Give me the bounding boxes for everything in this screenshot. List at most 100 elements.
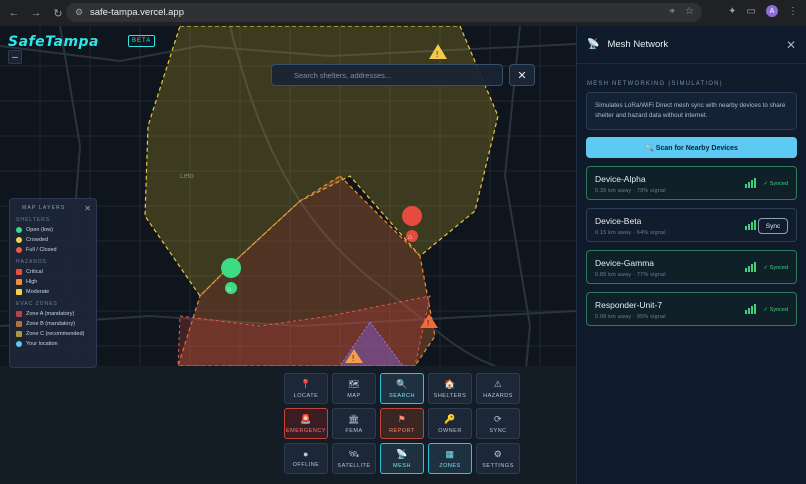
toolbar-button-label: EMERGENCY: [286, 427, 326, 434]
svg-text:⌂: ⌂: [227, 286, 231, 293]
scan-devices-button[interactable]: 🔍 Scan for Nearby Devices: [586, 137, 797, 158]
browser-toolbar: ← → ↻ ⚙ safe-tampa.vercel.app ⌖ ☆ ✦ ▭ A …: [0, 0, 806, 26]
signal-bar: [748, 308, 750, 314]
signal-bar: [754, 304, 756, 314]
zoom-out-button[interactable]: –: [8, 50, 22, 64]
signal-bar: [748, 266, 750, 272]
shelters-icon: 🏠: [444, 378, 456, 389]
layer-legend-item[interactable]: Critical: [16, 269, 90, 275]
legend-label: Zone A (mandatory): [26, 311, 75, 317]
toolbar-button-mesh[interactable]: 📡 MESH: [380, 443, 424, 474]
svg-text:!: !: [352, 354, 354, 363]
map-icon: 🗺: [348, 378, 360, 389]
app-logo: SafeTampa: [8, 34, 100, 50]
signal-bar: [751, 222, 753, 230]
device-card[interactable]: Device-Beta 0.15 km away · 64% signal Sync: [586, 208, 797, 242]
layer-legend-item[interactable]: Full / Closed: [16, 247, 90, 253]
signal-strength-icon: [745, 178, 756, 188]
toolbar-button-zones[interactable]: ▦ ZONES: [428, 443, 472, 474]
toolbar-button-fema[interactable]: 🏛 FEMA: [332, 408, 376, 439]
signal-strength-icon: [745, 220, 756, 230]
toolbar-button-report[interactable]: ⚑ REPORT: [380, 408, 424, 439]
toolbar-button-label: OWNER: [438, 427, 462, 434]
reload-icon[interactable]: ↻: [50, 5, 66, 21]
toolbar-button-offline[interactable]: ● OFFLINE: [284, 443, 328, 474]
site-info-icon[interactable]: ⚙: [72, 7, 86, 18]
bookmark-star-icon[interactable]: ☆: [685, 6, 694, 17]
toolbar-button-map[interactable]: 🗺 MAP: [332, 373, 376, 404]
mesh-description: Simulates LoRa/WiFi Direct mesh sync wit…: [586, 92, 797, 130]
layer-legend-item[interactable]: Zone A (mandatory): [16, 311, 90, 317]
hazards-icon: ⚠: [493, 378, 503, 389]
section-label: MESH NETWORKING (SIMULATION): [587, 81, 723, 87]
panel-close-button[interactable]: ✕: [786, 38, 796, 52]
synced-status: ✓ Synced: [763, 181, 788, 187]
menu-dots-icon[interactable]: ⋮: [788, 6, 798, 17]
legend-swatch: [16, 289, 22, 295]
location-icon[interactable]: ⌖: [669, 6, 675, 17]
legend-label: Crowded: [26, 237, 49, 243]
layer-legend-item[interactable]: Open (low): [16, 227, 90, 233]
signal-strength-icon: [745, 262, 756, 272]
toolbar-button-hazards[interactable]: ⚠ HAZARDS: [476, 373, 520, 404]
zones-icon: ▦: [445, 448, 455, 459]
device-meta: 0.35 km away · 79% signal: [595, 188, 666, 194]
extensions-icon[interactable]: ✦: [728, 6, 736, 17]
layer-legend-item[interactable]: Zone C (recommended): [16, 331, 90, 337]
signal-bar: [745, 184, 747, 188]
cast-icon[interactable]: ▭: [747, 6, 756, 17]
svg-text:!: !: [427, 319, 429, 328]
legend-swatch: [16, 237, 22, 243]
forward-icon[interactable]: →: [28, 5, 44, 21]
legend-label: Zone C (recommended): [26, 331, 85, 337]
layer-legend-item[interactable]: Crowded: [16, 237, 90, 243]
toolbar-button-label: ZONES: [439, 462, 461, 469]
layer-section-title: HAZARDS: [16, 259, 47, 265]
toolbar-button-emergency[interactable]: 🚨 EMERGENCY: [284, 408, 328, 439]
legend-swatch: [16, 279, 22, 285]
toolbar-button-satellite[interactable]: 🛰 SATELLITE: [332, 443, 376, 474]
toolbar-button-sync[interactable]: ⟳ SYNC: [476, 408, 520, 439]
toolbar-button-label: SHELTERS: [433, 392, 467, 399]
layer-legend-item[interactable]: Your location: [16, 341, 90, 347]
legend-label: Your location: [26, 341, 58, 347]
device-name: Device-Alpha: [595, 174, 646, 184]
panel-title: Mesh Network: [607, 39, 669, 50]
legend-swatch: [16, 247, 22, 253]
layers-close-icon[interactable]: ✕: [84, 204, 91, 213]
toolbar-button-owner[interactable]: 🔑 OWNER: [428, 408, 472, 439]
bottom-toolbar: 📍 LOCATE 🗺 MAP 🔍 SEARCH 🏠 SHELTERS ⚠ HAZARDS 🚨 EMER…: [284, 373, 524, 474]
layer-section-title: EVAC ZONES: [16, 301, 58, 307]
legend-swatch: [16, 227, 22, 233]
back-icon[interactable]: ←: [6, 5, 22, 21]
device-name: Responder-Unit-7: [595, 300, 663, 310]
toolbar-button-locate[interactable]: 📍 LOCATE: [284, 373, 328, 404]
toolbar-button-search[interactable]: 🔍 SEARCH: [380, 373, 424, 404]
profile-avatar[interactable]: A: [766, 5, 778, 17]
legend-label: Critical: [26, 269, 43, 275]
address-bar[interactable]: ⚙ safe-tampa.vercel.app ⌖ ☆: [66, 3, 702, 22]
offline-icon: ●: [303, 449, 309, 459]
device-card[interactable]: Responder-Unit-7 0.08 km away · 95% signa…: [586, 292, 797, 326]
toolbar-button-shelters[interactable]: 🏠 SHELTERS: [428, 373, 472, 404]
svg-text:!: !: [436, 50, 438, 59]
layer-legend-item[interactable]: Moderate: [16, 289, 90, 295]
signal-bar: [748, 182, 750, 188]
toolbar-button-label: SYNC: [489, 427, 507, 434]
legend-label: High: [26, 279, 38, 285]
toolbar-button-settings[interactable]: ⚙ SETTINGS: [476, 443, 520, 474]
signal-bar: [754, 220, 756, 230]
sync-button[interactable]: Sync: [758, 218, 788, 234]
settings-icon: ⚙: [493, 448, 503, 459]
device-card[interactable]: Device-Alpha 0.35 km away · 79% signal ✓ S…: [586, 166, 797, 200]
toolbar-button-label: LOCATE: [293, 392, 319, 399]
layer-legend-item[interactable]: High: [16, 279, 90, 285]
search-icon: 🔍: [396, 378, 408, 389]
toolbar-button-label: OFFLINE: [292, 462, 320, 468]
search-input[interactable]: Search shelters, addresses...: [271, 64, 503, 86]
search-close-button[interactable]: ✕: [509, 64, 535, 86]
device-name: Device-Gamma: [595, 258, 655, 268]
device-card[interactable]: Device-Gamma 0.85 km away · 77% signal ✓ S…: [586, 250, 797, 284]
layer-legend-item[interactable]: Zone B (mandatory): [16, 321, 90, 327]
legend-swatch: [16, 321, 22, 327]
